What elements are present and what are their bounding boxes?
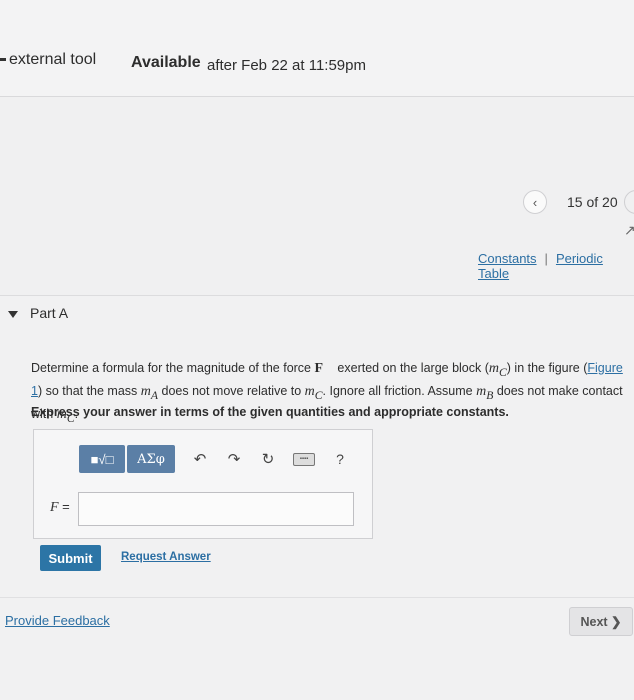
item-count: 15 of 20: [567, 194, 618, 210]
problem-text: ) so that the mass: [37, 383, 141, 398]
undo-icon[interactable]: ↶: [191, 450, 209, 468]
problem-text: . Ignore all friction. Assume: [322, 383, 477, 398]
problem-text: exerted on the large block (: [333, 361, 489, 375]
mass-symbol: mC: [304, 383, 323, 402]
reference-links: Constants | Periodic Table: [478, 251, 634, 281]
part-title: Part A: [30, 305, 69, 321]
answer-entry-box: ■√□ ΑΣφ ↶ ↷ ↻ ▪▪▪▪ ? F =: [33, 429, 373, 539]
problem-text: does not move relative to: [158, 383, 305, 398]
mass-symbol: mB: [476, 383, 494, 402]
problem-text: ) in the figure (: [506, 361, 588, 375]
problem-text: Determine a formula for the magnitude of…: [31, 361, 315, 375]
answer-variable-label: F =: [50, 499, 70, 515]
tool-label-text: external tool: [9, 51, 97, 68]
submit-button[interactable]: Submit: [40, 545, 101, 571]
redo-icon[interactable]: ↷: [225, 450, 243, 468]
constants-link[interactable]: Constants: [478, 251, 537, 266]
answer-input[interactable]: [78, 492, 354, 526]
help-button[interactable]: ?: [331, 451, 349, 467]
tool-label: external tool: [0, 51, 96, 69]
answer-instructions: Express your answer in terms of the give…: [31, 405, 509, 419]
math-templates-button[interactable]: ■√□: [79, 445, 125, 473]
item-pager: ‹ 15 of 20: [523, 190, 618, 214]
greek-letters-button[interactable]: ΑΣφ: [127, 445, 175, 473]
footer-divider: [0, 597, 634, 598]
next-button[interactable]: Next ❯: [569, 607, 633, 636]
keyboard-icon[interactable]: ▪▪▪▪: [293, 452, 315, 466]
chevron-left-icon[interactable]: ‹: [523, 190, 547, 214]
provide-feedback-link[interactable]: Provide Feedback: [5, 613, 110, 628]
collapse-triangle-icon: [8, 310, 18, 318]
request-answer-link[interactable]: Request Answer: [121, 551, 211, 563]
tool-bullet-icon: [0, 58, 6, 62]
cursor-icon: ↗: [624, 222, 634, 238]
math-toolbar: ■√□ ΑΣφ ↶ ↷ ↻ ▪▪▪▪ ?: [79, 445, 349, 473]
availability-date: after Feb 22 at 11:59pm: [207, 57, 366, 74]
reset-icon[interactable]: ↻: [259, 450, 277, 468]
availability-label: Available: [131, 54, 201, 71]
force-symbol: F⃗: [314, 361, 334, 376]
part-a-toggle[interactable]: Part A: [8, 305, 68, 321]
assignment-header: external tool Available after Feb 22 at …: [0, 0, 634, 97]
mass-symbol: mC: [488, 361, 507, 379]
mass-symbol: mA: [140, 383, 159, 402]
link-separator: |: [544, 251, 548, 266]
